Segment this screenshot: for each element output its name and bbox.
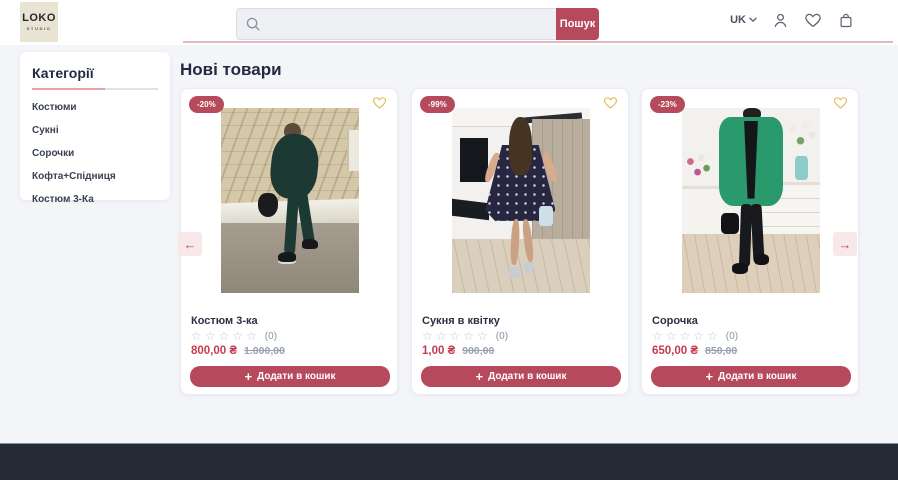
categories-panel: Категорії Костюми Сукні Сорочки Кофта+Сп… bbox=[20, 52, 170, 200]
product-photo[interactable] bbox=[452, 108, 590, 293]
current-price: 800,00 ₴ bbox=[191, 345, 237, 357]
sidebar-item-kofta-spidnytsya[interactable]: Кофта+Спідниця bbox=[32, 172, 158, 182]
add-to-cart-button[interactable]: + Додати в кошик bbox=[421, 366, 621, 387]
product-name[interactable]: Сорочка bbox=[652, 315, 698, 327]
star-rating-icons: ☆☆☆☆☆ bbox=[191, 329, 260, 343]
price-row: 800,00 ₴ 1.000,00 bbox=[191, 345, 285, 357]
add-to-cart-label: Додати в кошик bbox=[488, 371, 566, 382]
add-to-cart-button[interactable]: + Додати в кошик bbox=[190, 366, 390, 387]
old-price: 1.000,00 bbox=[244, 345, 285, 357]
header-divider bbox=[183, 41, 893, 43]
sidebar-item-kostyumy[interactable]: Костюми bbox=[32, 103, 158, 113]
plus-icon: + bbox=[245, 370, 253, 383]
page: LOKO STUDIO Пошук UK bbox=[0, 0, 898, 480]
page-title: Нові товари bbox=[180, 60, 282, 80]
add-to-cart-button[interactable]: + Додати в кошик bbox=[651, 366, 851, 387]
star-rating-icons: ☆☆☆☆☆ bbox=[422, 329, 491, 343]
cart-bag-icon[interactable] bbox=[836, 10, 856, 30]
price-row: 650,00 ₴ 850,00 bbox=[652, 345, 737, 357]
language-label: UK bbox=[730, 14, 746, 26]
wishlist-heart-icon[interactable] bbox=[832, 95, 849, 116]
sidebar-item-sorochky[interactable]: Сорочки bbox=[32, 149, 158, 159]
logo-title: LOKO bbox=[22, 13, 56, 24]
logo-subtitle: STUDIO bbox=[27, 26, 52, 31]
discount-badge: -99% bbox=[420, 96, 455, 113]
carousel-next-button[interactable]: → bbox=[833, 232, 857, 256]
search-input[interactable] bbox=[236, 8, 556, 40]
old-price: 900,00 bbox=[462, 345, 494, 357]
product-card: -99% Сукня в квітку ☆☆☆☆☆ (0) 1,00 ₴ 900… bbox=[411, 88, 629, 395]
wishlist-heart-icon[interactable] bbox=[602, 95, 619, 116]
add-to-cart-label: Додати в кошик bbox=[718, 371, 796, 382]
product-card: -23% Сорочка ☆☆☆☆☆ (0) 650,00 ₴ 850,00 +… bbox=[641, 88, 859, 395]
rating-row: ☆☆☆☆☆ (0) bbox=[191, 329, 277, 343]
search-bar: Пошук bbox=[236, 8, 599, 40]
rating-row: ☆☆☆☆☆ (0) bbox=[422, 329, 508, 343]
product-photo[interactable] bbox=[682, 108, 820, 293]
product-name[interactable]: Сукня в квітку bbox=[422, 315, 500, 327]
categories-divider bbox=[32, 88, 158, 90]
rating-row: ☆☆☆☆☆ (0) bbox=[652, 329, 738, 343]
sidebar-item-sukni[interactable]: Сукні bbox=[32, 126, 158, 136]
star-rating-icons: ☆☆☆☆☆ bbox=[652, 329, 721, 343]
discount-badge: -23% bbox=[650, 96, 685, 113]
language-selector[interactable]: UK bbox=[730, 14, 757, 26]
product-photo[interactable] bbox=[221, 108, 359, 293]
product-card: -20% Костюм 3-ка ☆☆☆☆☆ (0) 800,00 ₴ 1.00… bbox=[180, 88, 398, 395]
categories-title: Категорії bbox=[32, 65, 158, 81]
wishlist-icon[interactable] bbox=[803, 10, 823, 30]
plus-icon: + bbox=[476, 370, 484, 383]
chevron-down-icon bbox=[749, 17, 757, 23]
wishlist-heart-icon[interactable] bbox=[371, 95, 388, 116]
old-price: 850,00 bbox=[705, 345, 737, 357]
current-price: 1,00 ₴ bbox=[422, 345, 455, 357]
discount-badge: -20% bbox=[189, 96, 224, 113]
sidebar-item-kostyum-3ka[interactable]: Костюм 3-Ка bbox=[32, 195, 158, 205]
logo[interactable]: LOKO STUDIO bbox=[20, 2, 58, 42]
price-row: 1,00 ₴ 900,00 bbox=[422, 345, 494, 357]
plus-icon: + bbox=[706, 370, 714, 383]
header-actions: UK bbox=[730, 10, 856, 30]
rating-count: (0) bbox=[265, 331, 277, 342]
search-icon bbox=[244, 15, 262, 38]
carousel-prev-button[interactable]: ← bbox=[178, 232, 202, 256]
header: LOKO STUDIO Пошук UK bbox=[0, 0, 898, 45]
product-name[interactable]: Костюм 3-ка bbox=[191, 315, 258, 327]
footer bbox=[0, 443, 898, 480]
rating-count: (0) bbox=[726, 331, 738, 342]
current-price: 650,00 ₴ bbox=[652, 345, 698, 357]
search-button[interactable]: Пошук bbox=[556, 8, 599, 40]
account-icon[interactable] bbox=[770, 10, 790, 30]
add-to-cart-label: Додати в кошик bbox=[257, 371, 335, 382]
rating-count: (0) bbox=[496, 331, 508, 342]
